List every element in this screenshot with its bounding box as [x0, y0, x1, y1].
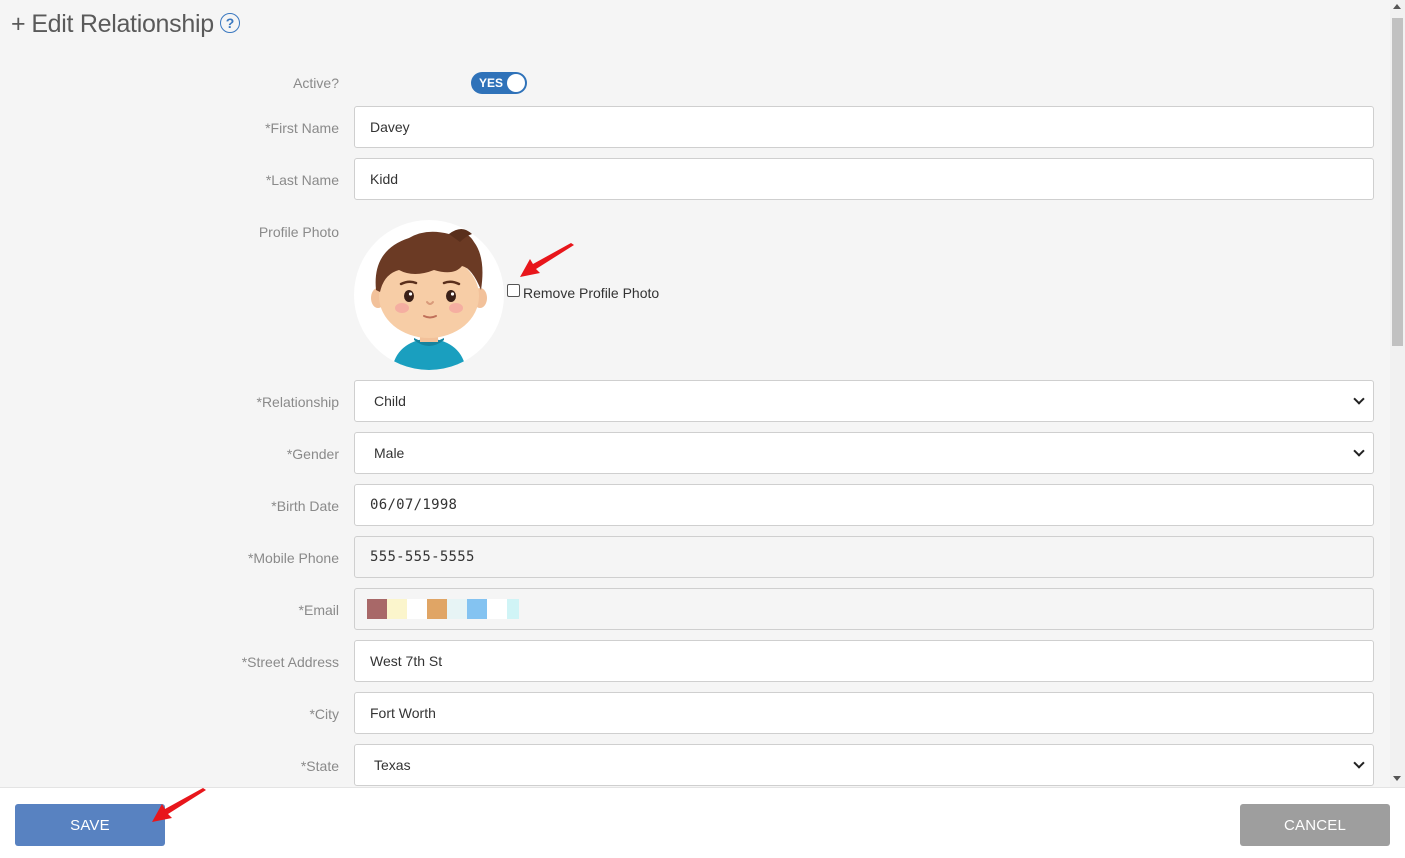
email-input	[354, 588, 1374, 630]
profile-photo-avatar	[354, 220, 504, 370]
street-address-label: *Street Address	[241, 654, 339, 670]
scrollbar-thumb[interactable]	[1392, 18, 1403, 346]
mobile-phone-label: *Mobile Phone	[247, 550, 339, 566]
state-label: *State	[300, 758, 339, 774]
redacted-block	[427, 599, 447, 619]
active-toggle[interactable]: YES	[471, 72, 527, 94]
birth-date-input[interactable]: 06/07/1998	[354, 484, 1374, 526]
vertical-scrollbar[interactable]	[1390, 0, 1405, 787]
redacted-block	[507, 599, 519, 619]
city-input[interactable]: Fort Worth	[354, 692, 1374, 734]
gender-select[interactable]: Male	[354, 432, 1374, 474]
last-name-value: Kidd	[370, 171, 399, 187]
street-address-input[interactable]: West 7th St	[354, 640, 1374, 682]
first-name-label: *First Name	[265, 120, 339, 136]
scroll-up-icon[interactable]	[1393, 4, 1401, 9]
mobile-phone-input: 555-555-5555	[354, 536, 1374, 578]
cancel-button[interactable]: CANCEL	[1240, 804, 1390, 846]
first-name-value: Davey	[370, 119, 410, 135]
relationship-select[interactable]: Child	[354, 380, 1374, 422]
child-avatar-illustration	[371, 229, 487, 370]
last-name-label: *Last Name	[265, 172, 339, 188]
gender-label: *Gender	[286, 446, 339, 462]
email-label: *Email	[298, 602, 339, 618]
save-button[interactable]: SAVE	[15, 804, 165, 846]
chevron-down-icon	[1353, 445, 1365, 457]
chevron-down-icon	[1353, 757, 1365, 769]
birth-date-value: 06/07/1998	[370, 497, 458, 513]
mobile-phone-value: 555-555-5555	[370, 549, 475, 565]
profile-photo-label: Profile Photo	[258, 224, 339, 240]
form-footer: SAVE CANCEL	[0, 787, 1405, 858]
edit-relationship-form: + Edit Relationship ? Active? YES *First…	[0, 0, 1390, 787]
remove-photo-checkbox[interactable]	[507, 283, 520, 297]
redacted-block	[467, 599, 487, 619]
remove-photo-label: Remove Profile Photo	[523, 285, 660, 301]
active-toggle-text: YES	[479, 76, 504, 90]
birth-date-label: *Birth Date	[271, 498, 339, 514]
help-icon[interactable]: ?	[219, 12, 240, 33]
active-label: Active?	[293, 75, 339, 91]
street-address-value: West 7th St	[370, 653, 443, 669]
first-name-input[interactable]: Davey	[354, 106, 1374, 148]
email-redacted-blocks	[367, 599, 519, 619]
state-select[interactable]: Texas	[354, 744, 1374, 786]
redacted-block	[447, 599, 467, 619]
remove-profile-photo[interactable]: Remove Profile Photo	[507, 283, 660, 301]
relationship-value: Child	[374, 393, 406, 409]
redacted-block	[407, 599, 427, 619]
annotation-arrow-icon	[152, 788, 206, 822]
title-text: Edit Relationship	[31, 10, 214, 38]
state-value: Texas	[374, 757, 411, 773]
title-prefix: +	[11, 10, 26, 38]
annotation-arrow-icon	[520, 243, 574, 277]
last-name-input[interactable]: Kidd	[354, 158, 1374, 200]
scroll-down-icon[interactable]	[1393, 776, 1401, 781]
page-title: + Edit Relationship ?	[11, 10, 240, 39]
city-value: Fort Worth	[370, 705, 436, 721]
chevron-down-icon	[1353, 393, 1365, 405]
redacted-block	[487, 599, 507, 619]
gender-value: Male	[374, 445, 405, 461]
relationship-label: *Relationship	[256, 394, 340, 410]
redacted-block	[367, 599, 387, 619]
redacted-block	[387, 599, 407, 619]
city-label: *City	[309, 706, 339, 722]
toggle-knob	[507, 74, 525, 92]
